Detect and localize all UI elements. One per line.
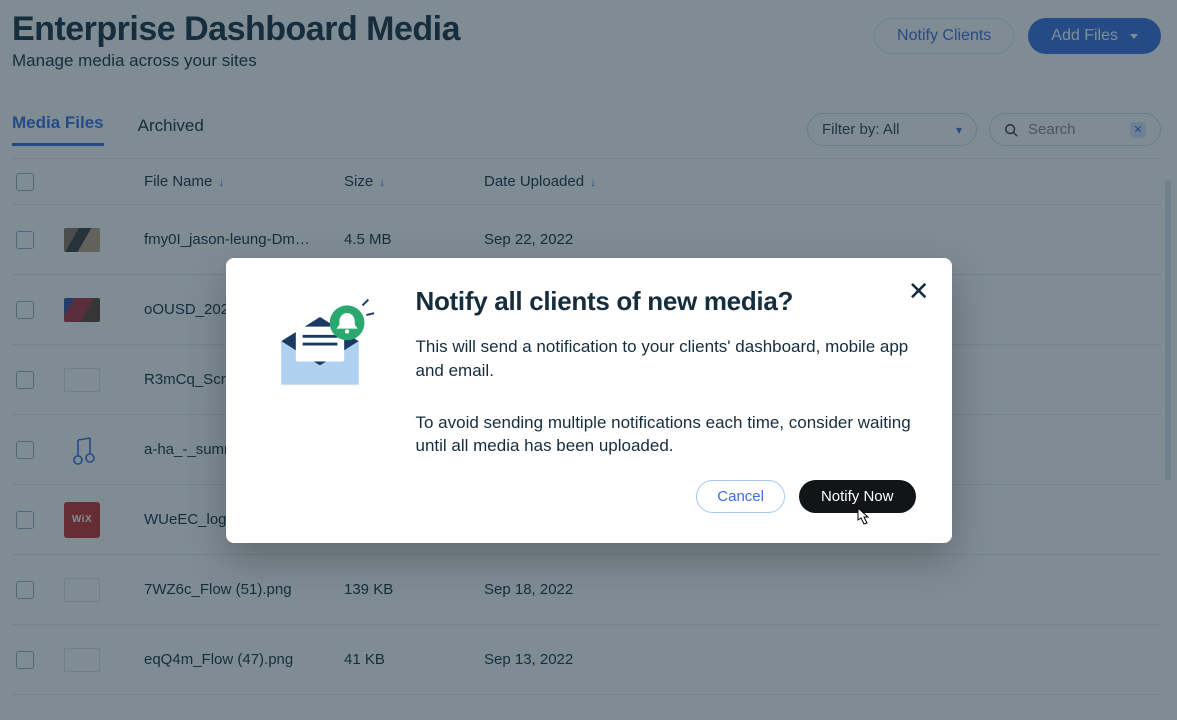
notify-now-button[interactable]: Notify Now xyxy=(799,480,916,513)
modal-paragraph-2: To avoid sending multiple notifications … xyxy=(416,411,916,459)
close-icon[interactable]: ✕ xyxy=(908,276,930,307)
notify-modal: ✕ Notify all clients of new media? xyxy=(226,258,952,543)
modal-title: Notify all clients of new media? xyxy=(416,286,916,317)
modal-paragraph-1: This will send a notification to your cl… xyxy=(416,335,916,383)
cancel-button[interactable]: Cancel xyxy=(696,480,785,513)
envelope-bell-icon xyxy=(262,286,378,513)
